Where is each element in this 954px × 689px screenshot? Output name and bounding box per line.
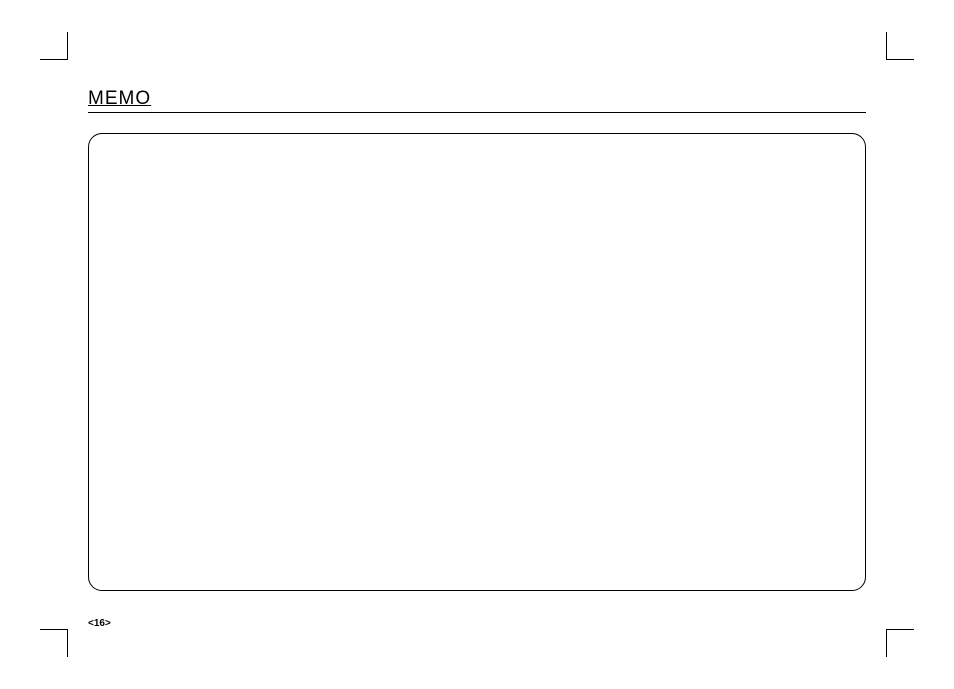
page-content: MEMO — [88, 88, 866, 611]
page-number: <16> — [88, 618, 111, 629]
crop-mark-top-right — [886, 32, 914, 60]
title-row: MEMO — [88, 88, 866, 113]
crop-mark-top-left — [40, 32, 68, 60]
page-title: MEMO — [88, 88, 151, 109]
crop-mark-bottom-left — [40, 629, 68, 657]
crop-mark-bottom-right — [886, 629, 914, 657]
memo-box — [88, 133, 866, 591]
